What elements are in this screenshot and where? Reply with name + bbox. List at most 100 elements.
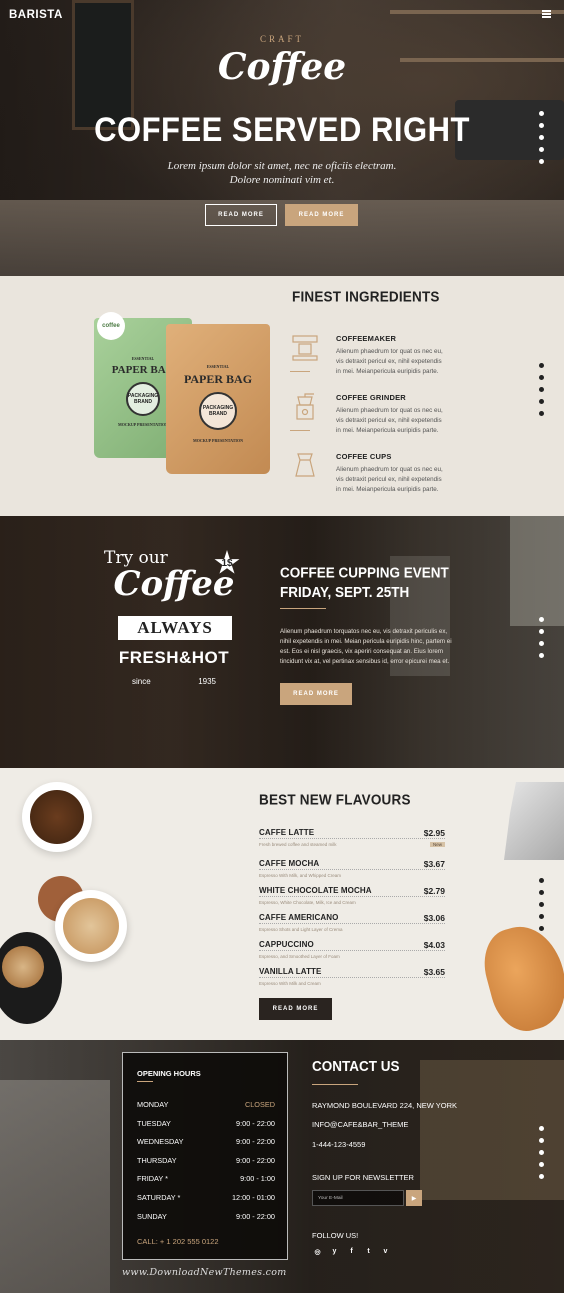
hours-time: 9:00 - 22:00 — [236, 1155, 275, 1165]
hours-row: THURSDAY 9:00 - 22:00 — [137, 1156, 275, 1175]
hours-day: SATURDAY * — [137, 1192, 181, 1202]
flavours-read-more-button[interactable]: READ MORE — [259, 998, 332, 1020]
site-logo[interactable]: BARISTA — [9, 9, 63, 21]
bean-bowl-image — [22, 782, 92, 852]
promo-fresh-hot: FRESH&HOT — [118, 648, 230, 667]
event-title-line-2: FRIDAY, SEPT. 25TH — [280, 583, 410, 601]
menu-item-desc: Espresso, and Smoothed Layer of Foam — [259, 954, 340, 959]
slide-dots-flavours — [539, 878, 544, 938]
slide-dot[interactable] — [539, 653, 544, 658]
hours-title: OPENING HOURS — [137, 1069, 201, 1078]
hero-read-more-button-2[interactable]: READ MORE — [285, 204, 358, 226]
event-title: COFFEE CUPPING EVENT FRIDAY, SEPT. 25TH — [280, 563, 480, 603]
divider — [280, 608, 326, 609]
vimeo-icon[interactable]: v — [381, 1248, 390, 1256]
divider — [290, 430, 310, 431]
menu-item-name: CAFFE MOCHA — [259, 859, 320, 868]
hours-day: THURSDAY — [137, 1155, 177, 1165]
slide-dot[interactable] — [539, 363, 544, 368]
slide-dot[interactable] — [539, 1174, 544, 1179]
promo-year: 1935 — [198, 677, 216, 686]
dotted-leader — [259, 869, 445, 870]
slide-dot[interactable] — [539, 926, 544, 931]
slide-dot[interactable] — [539, 878, 544, 883]
new-badge: New — [429, 842, 445, 847]
slide-dot[interactable] — [539, 1138, 544, 1143]
menu-item-price: $4.03 — [423, 940, 445, 950]
call-phone-link[interactable]: CALL: + 1 202 555 0122 — [137, 1237, 219, 1246]
menu-item[interactable]: CAFFE AMERICANO $3.06 Espresso Shots and… — [259, 913, 445, 940]
bag-name: PAPER BAG — [183, 372, 253, 386]
slide-dot[interactable] — [539, 641, 544, 646]
menu-item-desc: Espresso Shots and Light Layer of Crema — [259, 927, 343, 932]
slide-dot[interactable] — [539, 902, 544, 907]
hours-list: MONDAY CLOSED TUESDAY 9:00 - 22:00 WEDNESD… — [137, 1100, 275, 1230]
newsletter-submit-button[interactable]: ▶ — [406, 1190, 422, 1206]
feature-title: COFFEE GRINDER — [336, 393, 406, 402]
bag-seal: PACKAGING BRAND — [199, 392, 237, 430]
feature-text: Alienum phaedrum tor quat os nec eu, vis… — [336, 466, 443, 493]
menu-item-name: CAFFE LATTE — [259, 828, 315, 837]
opening-hours-card: OPENING HOURS MONDAY CLOSED TUESDAY 9:00 -… — [122, 1052, 288, 1260]
menu-item-name: VANILLA LATTE — [259, 967, 322, 976]
slide-dot[interactable] — [539, 123, 544, 128]
bag-label: ESSENTIAL — [206, 364, 230, 369]
feature-title: COFFEE CUPS — [336, 452, 392, 461]
instagram-icon[interactable]: ◎ — [313, 1248, 322, 1256]
feature-title: COFFEEMAKER — [336, 334, 397, 343]
bag-seal: PACKAGING BRAND — [126, 382, 160, 416]
event-read-more-button[interactable]: READ MORE — [280, 683, 352, 705]
newsletter-title: SIGN UP FOR NEWSLETTER — [312, 1173, 414, 1182]
slide-dot[interactable] — [539, 914, 544, 919]
arrow-right-icon: ▶ — [411, 1195, 417, 1202]
slide-dot[interactable] — [539, 375, 544, 380]
slide-dot[interactable] — [539, 1126, 544, 1131]
slide-dot[interactable] — [539, 1162, 544, 1167]
event-description: Alienum phaedrum torquatos nec eu, vis d… — [280, 628, 452, 665]
slide-dot[interactable] — [539, 1150, 544, 1155]
menu-item-desc: Fresh brewed coffee and steamed milk — [259, 842, 337, 847]
street-image — [0, 1080, 110, 1293]
slide-dot[interactable] — [539, 111, 544, 116]
contact-phone-link[interactable]: 1-444-123-4559 — [312, 1140, 365, 1149]
contact-email-link[interactable]: INFO@CAFE&BAR_THEME — [312, 1120, 408, 1129]
menu-item[interactable]: CAPPUCCINO $4.03 Espresso, and Smoothed … — [259, 940, 445, 967]
slide-dot[interactable] — [539, 617, 544, 622]
menu-item[interactable]: CAFFE MOCHA $3.67 Espresso With Milk, an… — [259, 859, 445, 886]
tumblr-icon[interactable]: t — [364, 1248, 373, 1256]
menu-item-desc: Espresso, White Chocolate, Milk, Ice and… — [259, 900, 356, 905]
feature-text: Alienum phaedrum tor quat os nec eu, vis… — [336, 407, 443, 434]
menu-item-name: CAPPUCCINO — [259, 940, 314, 949]
hero-read-more-button[interactable]: READ MORE — [205, 204, 277, 226]
menu-item[interactable]: CAFFE LATTE $2.95 Fresh brewed coffee an… — [259, 828, 445, 855]
slide-dot[interactable] — [539, 890, 544, 895]
coffee-badge: coffee — [97, 312, 125, 340]
menu-item-price: $2.95 — [423, 828, 445, 838]
newsletter-email-input[interactable]: Your E-Mail — [312, 1190, 404, 1206]
menu-item-name: CAFFE AMERICANO — [259, 913, 339, 922]
twitter-icon[interactable]: y — [330, 1248, 339, 1256]
slide-dot[interactable] — [539, 159, 544, 164]
hamburger-menu-icon[interactable] — [542, 10, 551, 18]
moka-pot-image — [504, 782, 564, 860]
black-cup-image — [0, 932, 62, 1024]
slide-dot[interactable] — [539, 147, 544, 152]
slide-dot[interactable] — [539, 387, 544, 392]
croissant-image — [475, 917, 564, 1039]
coffeemaker-icon — [292, 335, 318, 361]
slide-dot[interactable] — [539, 411, 544, 416]
facebook-icon[interactable]: f — [347, 1248, 356, 1256]
menu-item[interactable]: VANILLA LATTE $3.65 Espresso With Milk a… — [259, 967, 445, 994]
hours-day: TUESDAY — [137, 1118, 171, 1128]
promo-since: since 1935 — [132, 677, 216, 686]
menu-item[interactable]: WHITE CHOCOLATE MOCHA $2.79 Espresso, Wh… — [259, 886, 445, 913]
slide-dot[interactable] — [539, 629, 544, 634]
hero-craft-label: CRAFT — [259, 34, 304, 44]
hours-row: SUNDAY 9:00 - 22:00 — [137, 1212, 275, 1231]
watermark-text: www.DownloadNewThemes.com — [122, 1267, 287, 1278]
contact-title: CONTACT US — [312, 1058, 400, 1075]
slide-dot[interactable] — [539, 135, 544, 140]
counter-image — [0, 200, 564, 276]
slide-dot[interactable] — [539, 399, 544, 404]
latte-cup-image — [55, 890, 127, 962]
